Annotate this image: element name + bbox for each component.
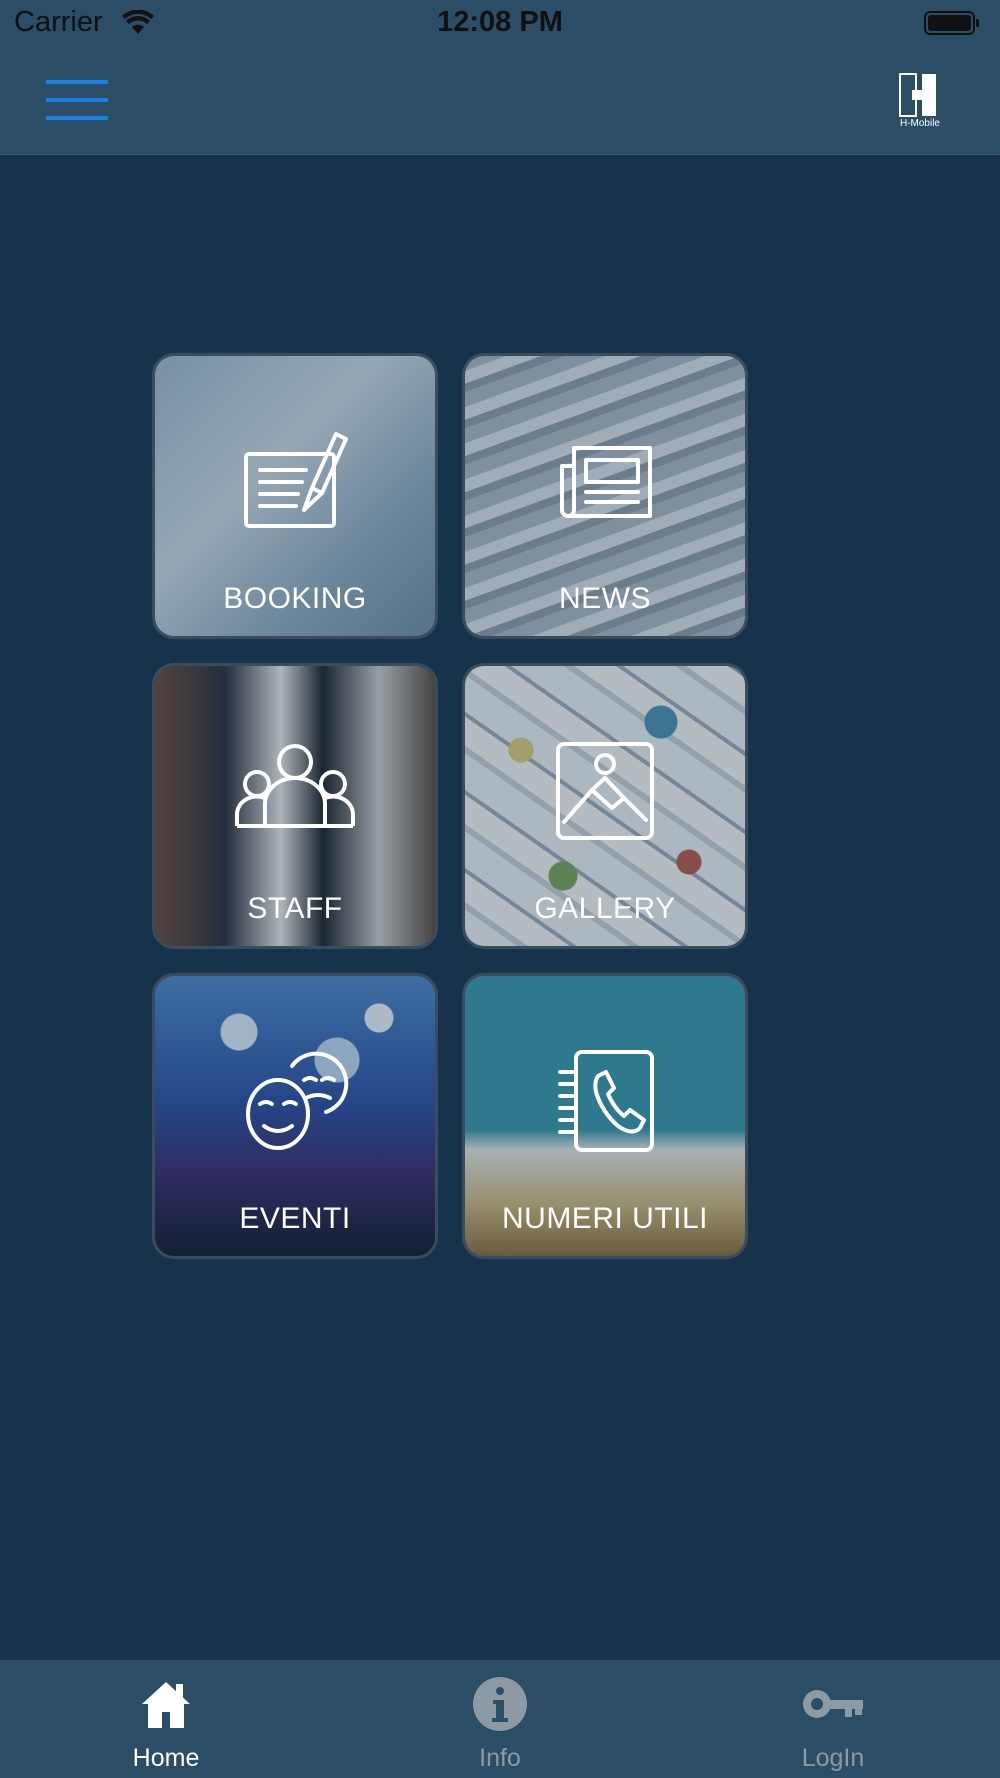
info-icon <box>473 1677 527 1731</box>
eventi-label: EVENTI <box>239 1202 351 1235</box>
tab-home[interactable]: Home <box>66 1660 266 1778</box>
tab-login[interactable]: LogIn <box>733 1660 933 1778</box>
menu-grid: BOOKING NEWS STAFF GALLERY EVENTI NUMERI… <box>152 353 752 1263</box>
news-label: NEWS <box>559 582 651 615</box>
booking-form-icon <box>244 432 348 528</box>
app-logo: H-Mobile <box>892 72 948 132</box>
bottom-tab-bar: Home Info LogIn <box>0 1660 1000 1778</box>
key-icon <box>803 1690 863 1718</box>
home-icon <box>142 1682 190 1728</box>
tab-info-label: Info <box>479 1744 521 1772</box>
eventi-tile[interactable]: EVENTI <box>152 973 438 1259</box>
menu-hamburger-icon[interactable] <box>46 80 108 122</box>
status-bar: Carrier 12:08 PM <box>0 0 1000 50</box>
news-tile[interactable]: NEWS <box>462 353 748 639</box>
group-people-icon <box>235 744 355 828</box>
staff-tile[interactable]: STAFF <box>152 663 438 949</box>
clock: 12:08 PM <box>437 6 563 38</box>
tab-info[interactable]: Info <box>400 1660 600 1778</box>
numeri-utili-label: NUMERI UTILI <box>501 1202 708 1235</box>
theater-masks-icon <box>246 1051 349 1150</box>
staff-label: STAFF <box>247 892 343 925</box>
newspaper-icon <box>560 446 652 518</box>
top-navigation-bar: H-Mobile <box>0 50 1000 155</box>
phone-book-icon <box>558 1050 654 1152</box>
booking-tile[interactable]: BOOKING <box>152 353 438 639</box>
numeri-utili-tile[interactable]: NUMERI UTILI <box>462 973 748 1259</box>
tab-home-label: Home <box>132 1744 200 1772</box>
gallery-label: GALLERY <box>534 892 676 925</box>
logo-text: H-Mobile <box>899 118 940 129</box>
image-photo-icon <box>556 742 654 840</box>
h-mobile-logo-icon <box>899 73 936 117</box>
tab-login-label: LogIn <box>801 1744 865 1772</box>
booking-label: BOOKING <box>223 582 367 615</box>
gallery-tile[interactable]: GALLERY <box>462 663 748 949</box>
battery-icon <box>924 11 979 35</box>
